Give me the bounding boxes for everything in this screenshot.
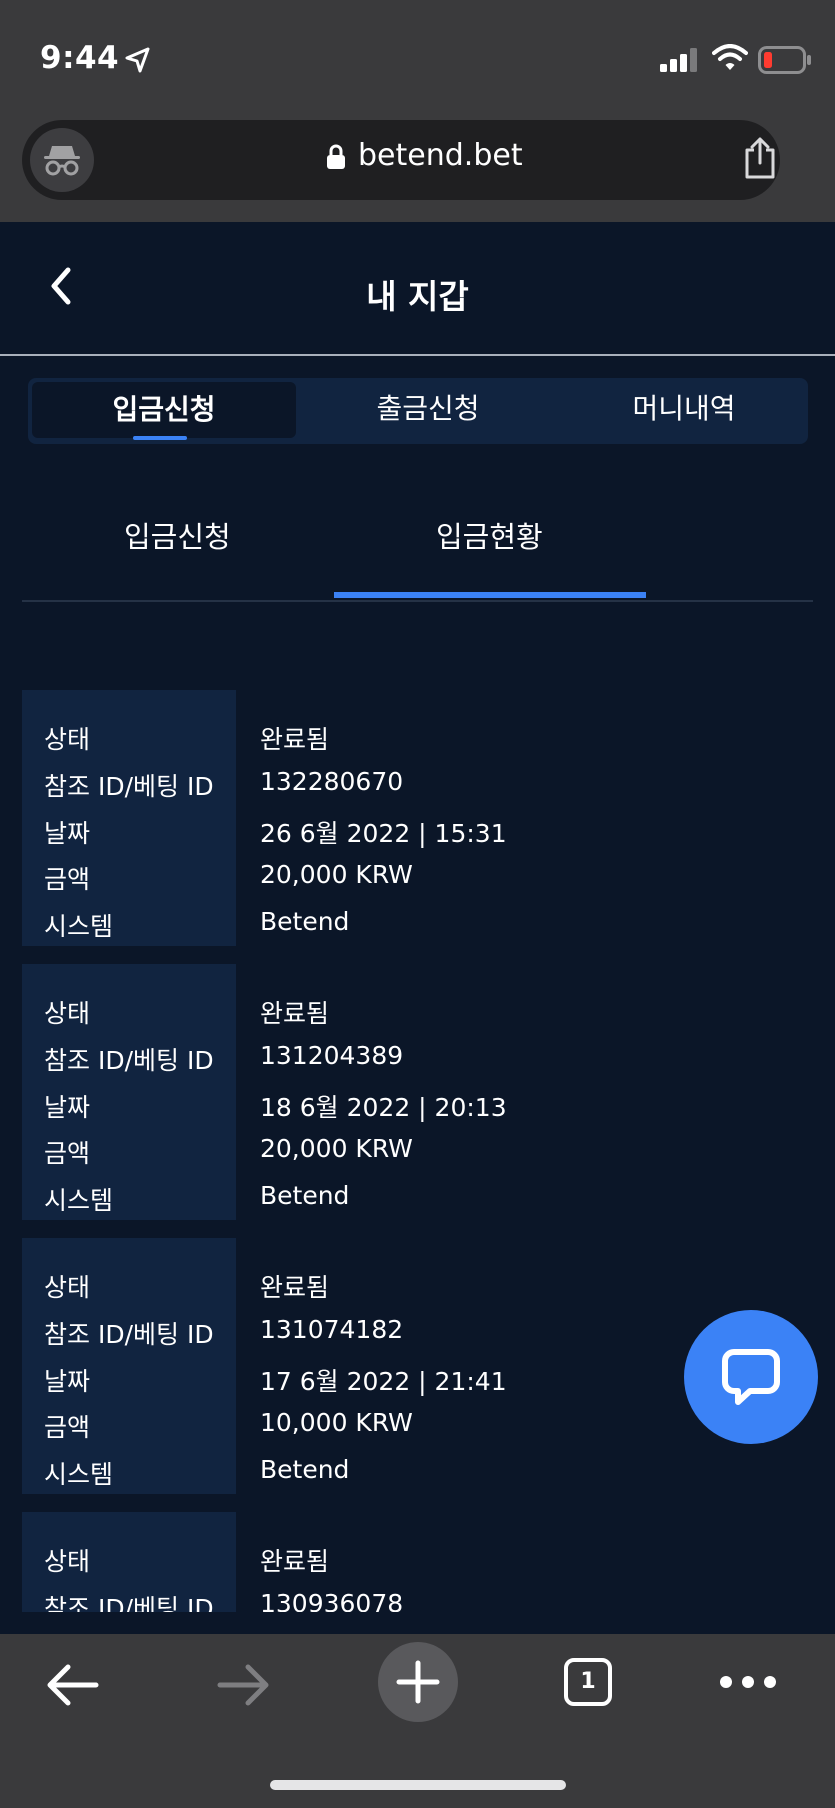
home-indicator: [270, 1780, 566, 1790]
transaction-card: 상태 참조 ID/베팅 ID 날짜 금액 시스템 완료됨 132280670 2…: [22, 690, 813, 946]
label-system: 시스템: [44, 1460, 114, 1489]
value-ref-id: 131074182: [260, 1315, 404, 1344]
subtab-deposit-status[interactable]: 입금현황: [436, 514, 543, 556]
incognito-icon: [44, 146, 80, 176]
lock-icon: [327, 144, 345, 169]
label-ref-id: 참조 ID/베팅 ID: [44, 772, 214, 801]
value-amount: 10,000 KRW: [260, 1408, 413, 1437]
transaction-card: 상태 참조 ID/베팅 ID 날짜 금액 시스템 완료됨 131204389 1…: [22, 964, 813, 1220]
live-chat-button[interactable]: [684, 1310, 818, 1444]
value-amount: 20,000 KRW: [260, 860, 413, 889]
label-status: 상태: [44, 999, 91, 1028]
label-date: 날짜: [44, 1367, 91, 1396]
arrow-left-icon[interactable]: [42, 1660, 102, 1710]
tabs-button[interactable]: 1: [564, 1658, 612, 1706]
active-subtab-indicator: [334, 592, 646, 598]
label-status: 상태: [44, 725, 91, 754]
more-icon[interactable]: [716, 1672, 780, 1692]
value-status: 완료됨: [260, 999, 330, 1028]
label-ref-id: 참조 ID/베팅 ID: [44, 1046, 214, 1075]
status-time: 9:44: [40, 40, 120, 76]
main-tabs: 입금신청 출금신청 머니내역: [28, 378, 808, 444]
signal-icon: [660, 48, 697, 72]
sub-tabs: 입금신청 입금현황: [22, 480, 813, 602]
subtab-deposit-request[interactable]: 입금신청: [124, 514, 231, 556]
tab-deposit-request[interactable]: 입금신청: [32, 382, 296, 438]
active-tab-indicator: [133, 436, 187, 440]
label-amount: 금액: [44, 1413, 91, 1442]
tab-money-history[interactable]: 머니내역: [560, 378, 808, 440]
value-system: Betend: [260, 1181, 350, 1210]
value-status: 완료됨: [260, 725, 330, 754]
value-date: 18 6월 2022 | 20:13: [260, 1093, 507, 1122]
label-status: 상태: [44, 1547, 91, 1576]
value-amount: 20,000 KRW: [260, 1134, 413, 1163]
label-amount: 금액: [44, 1139, 91, 1168]
transaction-card: 상태 참조 ID/베팅 ID 완료됨 130936078: [22, 1512, 813, 1612]
page-title: 내 지갑: [366, 277, 469, 316]
label-date: 날짜: [44, 819, 91, 848]
transaction-list[interactable]: 상태 참조 ID/베팅 ID 날짜 금액 시스템 완료됨 132280670 2…: [22, 690, 813, 1612]
new-tab-button[interactable]: [378, 1642, 458, 1722]
value-ref-id: 131204389: [260, 1041, 404, 1070]
label-system: 시스템: [44, 1186, 114, 1215]
label-ref-id: 참조 ID/베팅 ID: [44, 1594, 214, 1612]
label-status: 상태: [44, 1273, 91, 1302]
value-status: 완료됨: [260, 1273, 330, 1302]
label-amount: 금액: [44, 865, 91, 894]
wifi-icon: [712, 44, 748, 70]
value-ref-id: 132280670: [260, 767, 404, 796]
value-status: 완료됨: [260, 1547, 330, 1576]
value-ref-id: 130936078: [260, 1589, 404, 1612]
value-system: Betend: [260, 1455, 350, 1484]
share-icon[interactable]: [742, 136, 778, 180]
value-date: 26 6월 2022 | 15:31: [260, 819, 507, 848]
battery-low-icon: [758, 46, 811, 74]
label-ref-id: 참조 ID/베팅 ID: [44, 1320, 214, 1349]
plus-icon: [396, 1660, 440, 1704]
location-arrow-icon: [125, 47, 150, 73]
arrow-right-icon[interactable]: [214, 1660, 274, 1710]
url-text[interactable]: betend.bet: [358, 138, 523, 173]
incognito-button[interactable]: [30, 128, 94, 192]
label-system: 시스템: [44, 912, 114, 941]
label-date: 날짜: [44, 1093, 91, 1122]
tab-withdraw-request[interactable]: 출금신청: [296, 378, 560, 440]
chat-icon: [722, 1349, 780, 1405]
value-date: 17 6월 2022 | 21:41: [260, 1367, 507, 1396]
value-system: Betend: [260, 907, 350, 936]
